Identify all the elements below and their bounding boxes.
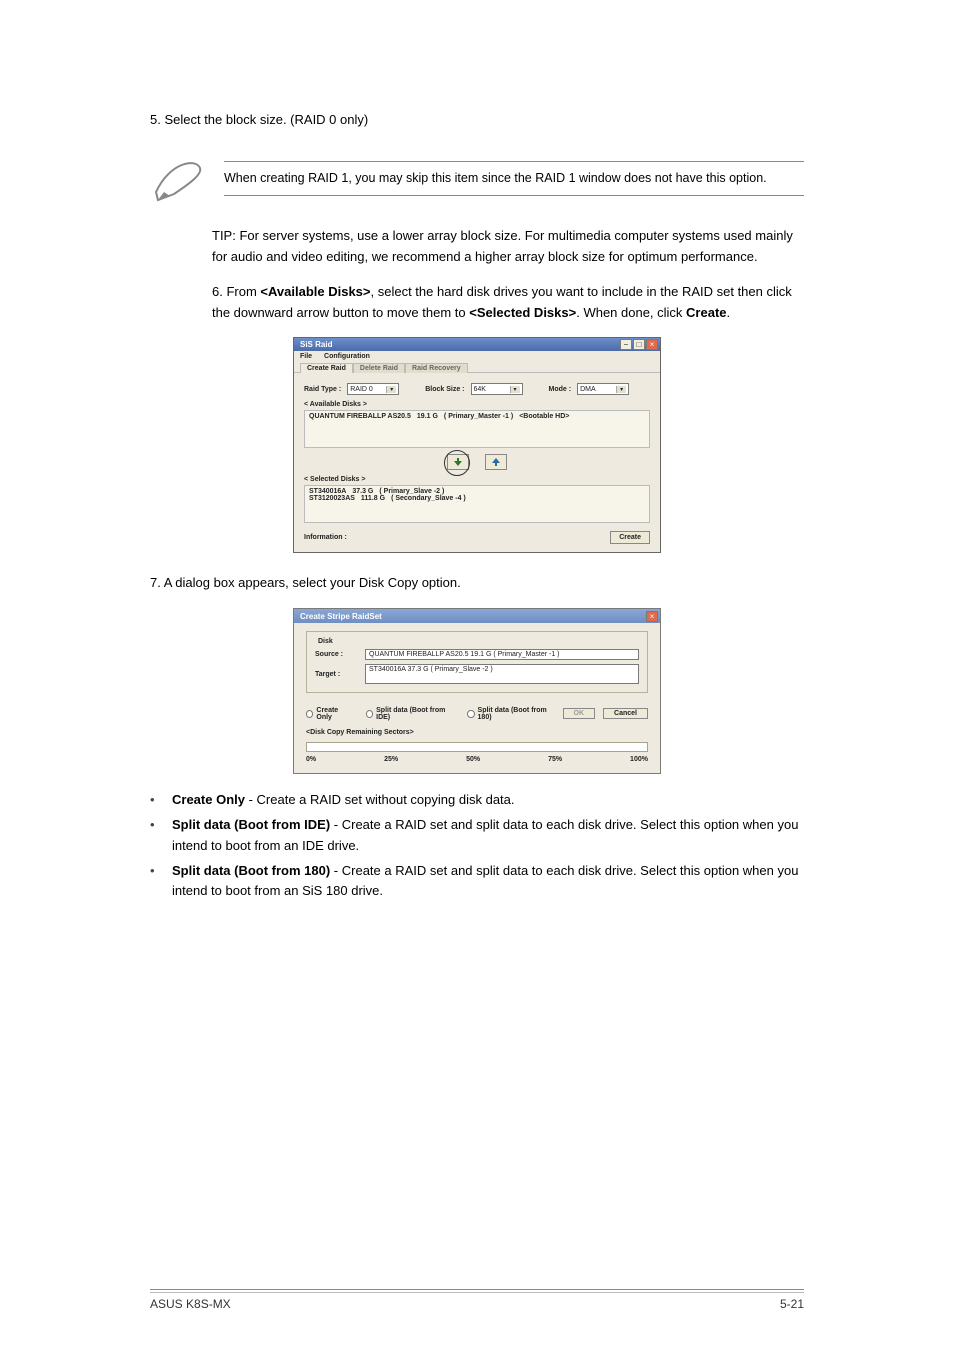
disk-group: Disk Source : QUANTUM FIREBALLP AS20.5 1… [306,631,648,693]
tab-raid-recovery[interactable]: Raid Recovery [405,363,468,373]
step7: 7. A dialog box appears, select your Dis… [150,573,804,594]
step5: 5. Select the block size. (RAID 0 only) [150,110,804,130]
menu-configuration[interactable]: Configuration [324,353,370,360]
remaining-sectors-label: <Disk Copy Remaining Sectors> [306,729,648,736]
block-size-select[interactable]: 64K▾ [471,383,523,395]
information-label: Information : [304,534,347,541]
source-field: QUANTUM FIREBALLP AS20.5 19.1 G ( Primar… [365,649,639,660]
tab-create-raid[interactable]: Create Raid [300,363,353,373]
chevron-down-icon: ▾ [386,386,396,393]
ok-button[interactable]: OK [563,708,596,719]
tab-delete-raid[interactable]: Delete Raid [353,363,405,373]
block-size-tip: TIP: For server systems, use a lower arr… [212,226,804,268]
list-item[interactable]: QUANTUM FIREBALLP AS20.5 19.1 G ( Primar… [309,413,645,420]
radio-split-180[interactable]: Split data (Boot from 180) [467,707,554,721]
note-block: When creating RAID 1, you may skip this … [150,152,804,204]
list-item[interactable]: ST340016A 37.3 G ( Primary_Slave -2 ) [309,488,645,495]
list-item[interactable]: ST3120023AS 111.8 G ( Secondary_Slave -4… [309,495,645,502]
titlebar: SiS Raid − □ × [294,338,660,351]
create-stripe-dialog: Create Stripe RaidSet × Disk Source : QU… [293,608,661,774]
progress-scale: 0% 25% 50% 75% 100% [306,756,648,763]
raid-type-label: Raid Type : [304,386,341,393]
dialog-title: Create Stripe RaidSet [296,612,382,621]
create-button[interactable]: Create [610,531,650,544]
titlebar: Create Stripe RaidSet × [294,609,660,623]
footer-page-number: 5-21 [780,1297,804,1311]
step6: 6. From <Available Disks>, select the ha… [212,282,804,324]
menu-file[interactable]: File [300,353,312,360]
note-text: When creating RAID 1, you may skip this … [224,165,804,192]
raid-type-select[interactable]: RAID 0▾ [347,383,399,395]
move-up-button[interactable] [485,454,507,470]
disk-group-legend: Disk [315,638,336,645]
circle-annotation-icon [444,450,470,476]
radio-create-only[interactable]: Create Only [306,707,352,721]
pencil-note-icon [150,152,206,204]
menu-bar: File Configuration [294,351,660,362]
chevron-down-icon: ▾ [616,386,626,393]
minimize-icon[interactable]: − [620,339,632,350]
tab-strip: Create Raid Delete Raid Raid Recovery [294,362,660,373]
available-disks-list[interactable]: QUANTUM FIREBALLP AS20.5 19.1 G ( Primar… [304,410,650,448]
chevron-down-icon: ▾ [510,386,520,393]
source-label: Source : [315,651,357,658]
disk-copy-options: •Create Only - Create a RAID set without… [150,790,804,902]
cancel-button[interactable]: Cancel [603,708,648,719]
window-title: SiS Raid [296,340,332,349]
maximize-icon[interactable]: □ [633,339,645,350]
sis-raid-window: SiS Raid − □ × File Configuration Create… [293,337,661,553]
mode-label: Mode : [549,386,572,393]
target-field: ST340016A 37.3 G ( Primary_Slave -2 ) [365,664,639,684]
footer-product: ASUS K8S-MX [150,1297,231,1311]
target-label: Target : [315,671,357,678]
radio-split-ide[interactable]: Split data (Boot from IDE) [366,707,453,721]
selected-disks-header: < Selected Disks > [304,476,650,483]
page-footer: ASUS K8S-MX 5-21 [0,1289,954,1311]
close-icon[interactable]: × [646,611,658,622]
progress-bar [306,742,648,752]
mode-select[interactable]: DMA▾ [577,383,629,395]
available-disks-header: < Available Disks > [304,401,650,408]
selected-disks-list[interactable]: ST340016A 37.3 G ( Primary_Slave -2 ) ST… [304,485,650,523]
close-icon[interactable]: × [646,339,658,350]
block-size-label: Block Size : [425,386,464,393]
